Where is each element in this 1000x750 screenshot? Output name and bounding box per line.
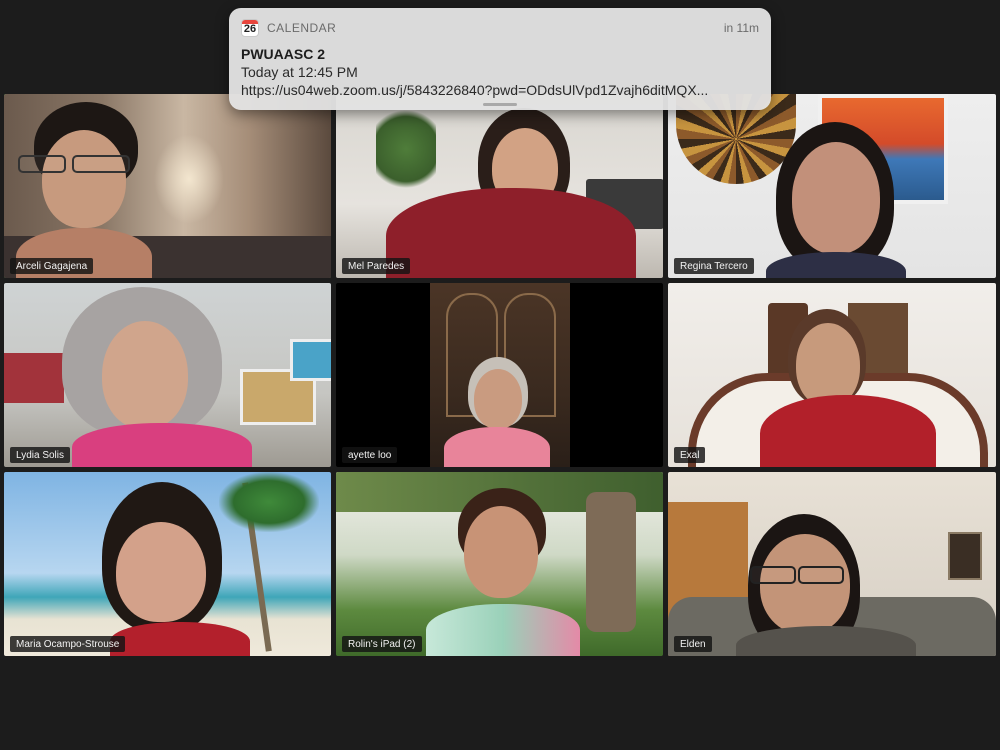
participant-tile[interactable]: Maria Ocampo-Strouse bbox=[4, 472, 331, 656]
notification-header: 26 CALENDAR in 11m bbox=[241, 18, 759, 38]
video-feed bbox=[668, 283, 996, 467]
video-feed bbox=[336, 472, 663, 656]
participant-tile[interactable]: Lydia Solis bbox=[4, 283, 331, 467]
participant-tile[interactable]: Rolin's iPad (2) bbox=[336, 472, 663, 656]
participant-silhouette bbox=[756, 122, 916, 278]
notification-time: in 11m bbox=[723, 21, 759, 35]
notification-app-name: CALENDAR bbox=[267, 21, 337, 35]
participant-tile[interactable]: Elden bbox=[668, 472, 996, 656]
calendar-app-icon: 26 bbox=[241, 19, 259, 37]
video-feed bbox=[668, 472, 996, 656]
gallery-view: Arceli Gagajena Mel Paredes Regina Terce… bbox=[4, 94, 996, 656]
participant-name: Regina Tercero bbox=[674, 258, 754, 274]
participant-silhouette bbox=[436, 357, 556, 467]
video-feed bbox=[668, 94, 996, 278]
participant-tile[interactable]: Regina Tercero bbox=[668, 94, 996, 278]
video-conference-window: 26 CALENDAR in 11m PWUAASC 2 Today at 12… bbox=[0, 0, 1000, 750]
participant-name: ayette loo bbox=[342, 447, 398, 463]
video-feed bbox=[336, 283, 663, 467]
participant-name: Arceli Gagajena bbox=[10, 258, 94, 274]
participant-name: Lydia Solis bbox=[10, 447, 70, 463]
participant-name: Exal bbox=[674, 447, 706, 463]
notification-grabber-handle[interactable] bbox=[483, 103, 517, 106]
participant-tile[interactable]: ayette loo bbox=[336, 283, 663, 467]
participant-name: Rolin's iPad (2) bbox=[342, 636, 422, 652]
calendar-icon-day: 26 bbox=[243, 23, 257, 35]
participant-silhouette bbox=[418, 488, 588, 656]
video-feed bbox=[4, 94, 331, 278]
participant-tile[interactable]: Arceli Gagajena bbox=[4, 94, 331, 278]
notification-meeting-link[interactable]: https://us04web.zoom.us/j/5843226840?pwd… bbox=[241, 82, 759, 98]
participant-silhouette bbox=[386, 108, 636, 278]
participant-tile[interactable]: Mel Paredes bbox=[336, 94, 663, 278]
participant-name: Mel Paredes bbox=[342, 258, 411, 274]
notification-title: PWUAASC 2 bbox=[241, 46, 326, 62]
participant-silhouette bbox=[736, 514, 926, 656]
participant-tile[interactable]: Exal bbox=[668, 283, 996, 467]
video-feed bbox=[4, 283, 331, 467]
participant-name: Elden bbox=[674, 636, 712, 652]
participant-silhouette bbox=[62, 287, 262, 467]
participant-name: Maria Ocampo-Strouse bbox=[10, 636, 126, 652]
notification-when: Today at 12:45 PM bbox=[241, 64, 358, 80]
video-feed bbox=[4, 472, 331, 656]
participant-silhouette bbox=[12, 100, 152, 278]
calendar-notification[interactable]: 26 CALENDAR in 11m PWUAASC 2 Today at 12… bbox=[229, 8, 771, 110]
participant-silhouette bbox=[760, 309, 940, 467]
participant-silhouette bbox=[92, 482, 262, 656]
video-feed bbox=[336, 94, 663, 278]
